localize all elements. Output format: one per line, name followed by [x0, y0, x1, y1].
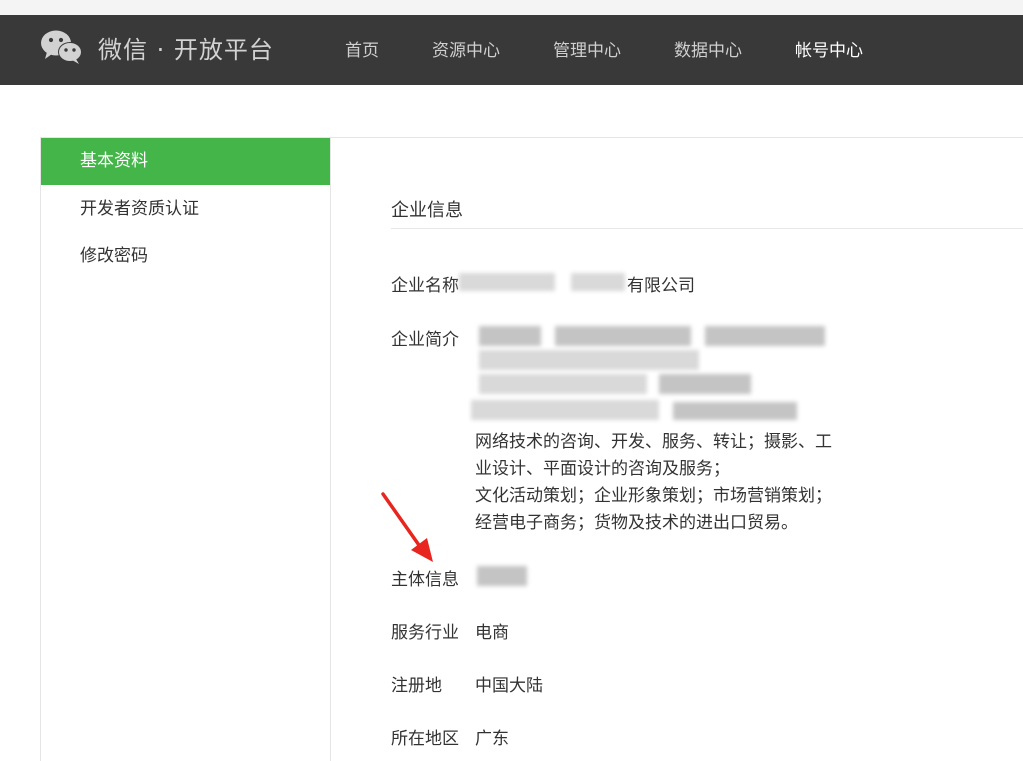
- entity-info-redacted: [477, 566, 527, 586]
- registration-value: 中国大陆: [475, 676, 543, 696]
- company-name-suffix: 有限公司: [627, 276, 695, 296]
- company-intro-line: 经营电子商务；货物及技术的进出口贸易。: [475, 513, 798, 533]
- nav-data-center[interactable]: 数据中心: [674, 36, 742, 61]
- section-divider: [391, 228, 1023, 229]
- service-industry-value: 电商: [475, 623, 509, 643]
- red-arrow-annotation: [381, 492, 433, 562]
- sidebar-item-developer-verification[interactable]: 开发者资质认证: [41, 186, 330, 233]
- company-intro-label: 企业简介: [391, 330, 459, 350]
- account-content-panel: 基本资料 开发者资质认证 修改密码 企业信息 企业名称 有限公司 企业简介 网络…: [40, 137, 1023, 761]
- region-label: 所在地区: [391, 729, 459, 749]
- service-industry-label: 服务行业: [391, 623, 459, 643]
- company-intro-line: 业设计、平面设计的咨询及服务；: [475, 459, 730, 479]
- sidebar-item-basic-info[interactable]: 基本资料: [41, 138, 330, 185]
- company-name-label: 企业名称: [391, 276, 459, 296]
- entity-info-label: 主体信息: [391, 570, 459, 590]
- platform-logo[interactable]: 微信 · 开放平台: [40, 27, 274, 67]
- nav-home[interactable]: 首页: [345, 36, 379, 61]
- account-sidebar: 基本资料 开发者资质认证 修改密码: [41, 138, 331, 761]
- section-title: 企业信息: [391, 200, 463, 221]
- company-intro-line: 文化活动策划；企业形象策划；市场营销策划；: [475, 486, 832, 506]
- nav-resource-center[interactable]: 资源中心: [432, 36, 500, 61]
- browser-top-strip: [0, 0, 1023, 15]
- registration-label: 注册地: [391, 676, 442, 696]
- wechat-logo-icon: [41, 30, 82, 64]
- company-intro-line: 网络技术的咨询、开发、服务、转让；摄影、工: [475, 432, 832, 452]
- nav-account-center[interactable]: 帐号中心: [795, 36, 863, 61]
- nav-management-center[interactable]: 管理中心: [553, 36, 621, 61]
- platform-title: 微信 · 开放平台: [98, 35, 274, 64]
- top-navbar: 微信 · 开放平台 首页 资源中心 管理中心 数据中心 帐号中心: [0, 15, 1023, 85]
- region-value: 广东: [475, 729, 509, 749]
- sidebar-item-change-password[interactable]: 修改密码: [41, 233, 330, 280]
